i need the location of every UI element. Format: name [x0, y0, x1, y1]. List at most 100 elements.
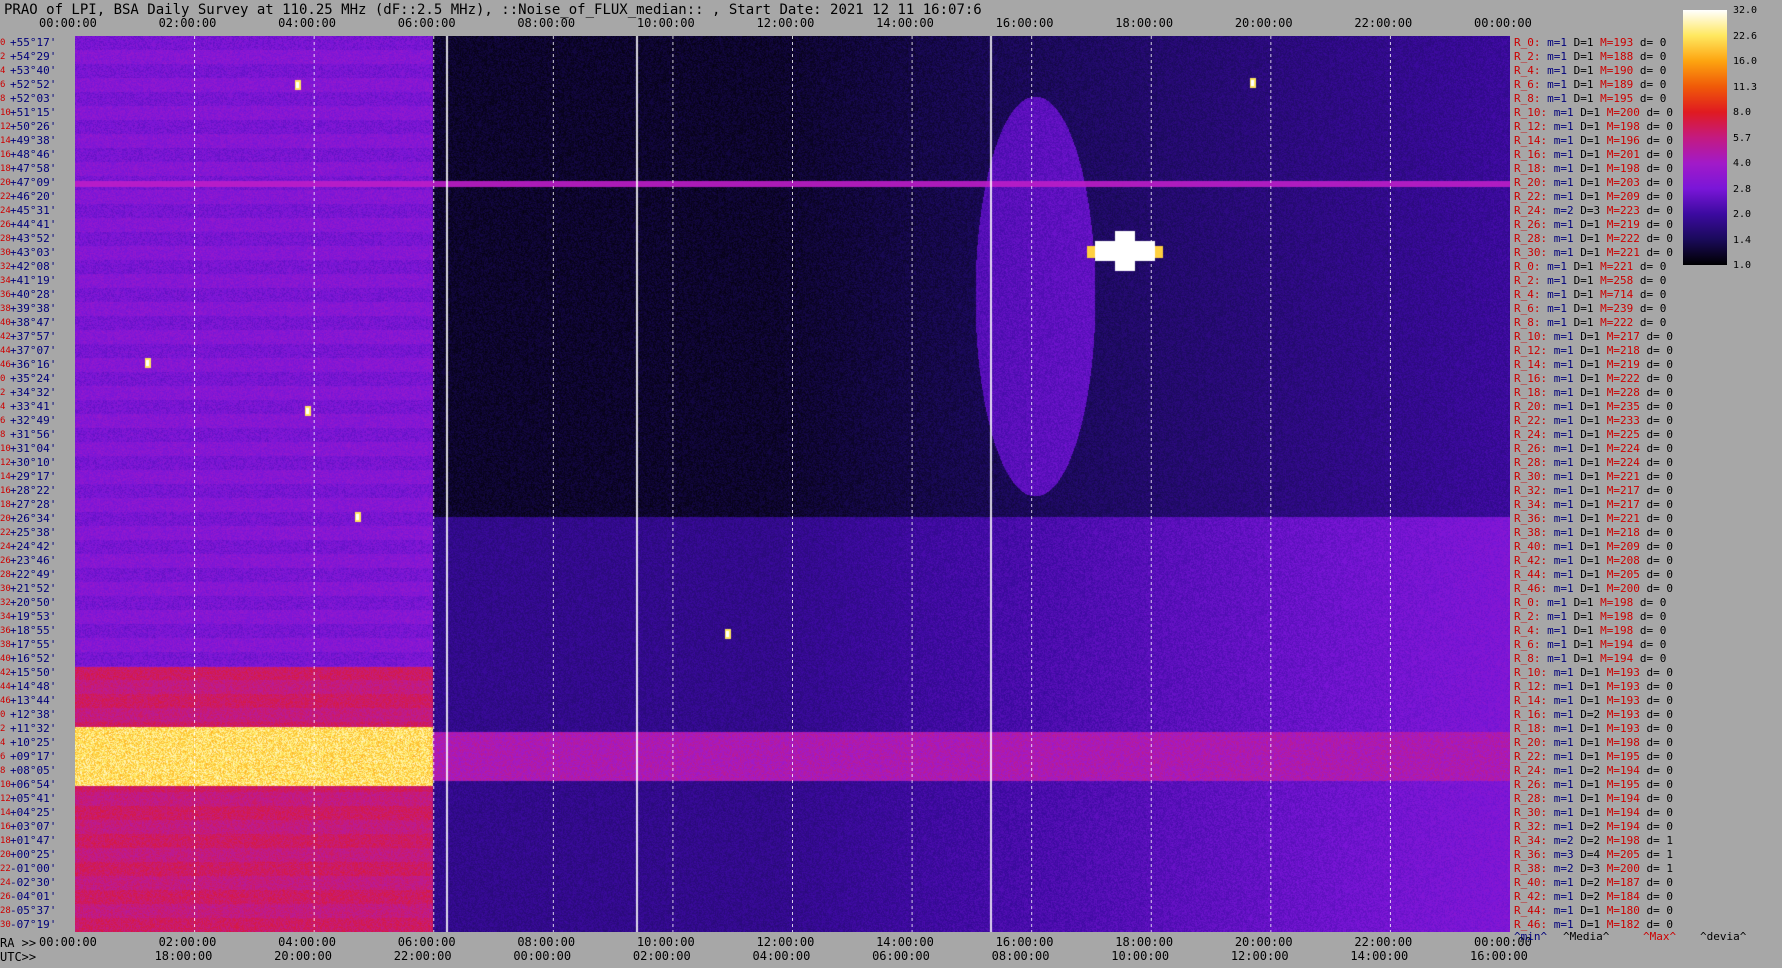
row-index-label: 38 [0, 304, 11, 314]
stat-field: R_20: [1514, 400, 1554, 413]
stat-field: D=1 [1580, 540, 1607, 553]
row-stat: R_42: m=1 D=1 M=208 d= 0 [1514, 554, 1673, 567]
colorbar-tick-label: 11.3 [1733, 81, 1758, 93]
stat-field: d= 0 [1639, 638, 1667, 651]
declination-label: +32°49' [10, 414, 57, 427]
top-tick-label: 08:00:00 [517, 16, 576, 30]
legend-media: ^Media^ [1563, 930, 1610, 943]
declination-label: +47°09' [10, 176, 57, 189]
row-index-label: 32 [0, 262, 11, 272]
row-stat: R_24: m=1 D=2 M=194 d= 0 [1514, 764, 1673, 777]
utc-tick-label: 10:00:00 [1111, 949, 1170, 963]
row-index-label: 14 [0, 136, 11, 146]
stat-field: M=205 [1606, 568, 1647, 581]
stat-field: R_14: [1514, 134, 1554, 147]
declination-label: +37°57' [10, 330, 57, 343]
stat-field: m=3 [1553, 848, 1581, 861]
declination-label: +34°32' [10, 386, 57, 399]
row-index-label: 12 [0, 122, 11, 132]
stat-field: d= 0 [1646, 176, 1674, 189]
stat-field: M=224 [1606, 456, 1647, 469]
stat-field: d= 0 [1646, 722, 1674, 735]
stat-field: R_32: [1514, 820, 1554, 833]
stat-field: M=208 [1606, 554, 1647, 567]
stat-field: M=194 [1600, 652, 1640, 665]
stat-field: M=196 [1606, 134, 1647, 147]
declination-label: +33°41' [10, 400, 57, 413]
row-stat: R_26: m=1 D=1 M=219 d= 0 [1514, 218, 1673, 231]
utc-tick-label: 20:00:00 [274, 949, 332, 963]
row-index-label: 10 [0, 444, 11, 454]
stat-field: M=228 [1606, 386, 1647, 399]
stat-field: m=1 [1553, 750, 1581, 763]
colorbar-tick-label: 16.0 [1733, 56, 1758, 67]
row-index-label: 40 [0, 318, 11, 328]
row-index-label: 12 [0, 458, 11, 468]
row-index-label: 0 [0, 374, 6, 384]
stat-field: m=1 [1547, 92, 1574, 105]
stat-field: D=1 [1580, 680, 1607, 693]
row-index-label: 40 [0, 654, 11, 664]
stat-field: M=714 [1600, 288, 1640, 301]
stat-field: m=1 [1553, 876, 1581, 889]
declination-label: -04°01' [10, 890, 57, 903]
row-stat: R_46: m=1 D=1 M=200 d= 0 [1514, 582, 1673, 595]
row-index-label: 10 [0, 780, 11, 790]
stat-field: R_22: [1514, 750, 1554, 763]
stat-field: d= 0 [1646, 204, 1674, 217]
stat-field: d= 0 [1639, 624, 1667, 637]
row-stat: R_40: m=1 D=1 M=209 d= 0 [1514, 540, 1673, 553]
row-stat: R_34: m=2 D=2 M=198 d= 1 [1514, 834, 1673, 847]
row-index-label: 16 [0, 150, 11, 160]
declination-label: +38°47' [10, 316, 57, 329]
stat-field: M=222 [1606, 372, 1647, 385]
stat-field: D=4 [1580, 848, 1607, 861]
row-stat: R_36: m=3 D=4 M=205 d= 1 [1514, 848, 1673, 861]
stat-field: M=187 [1606, 876, 1647, 889]
stat-field: D=1 [1580, 330, 1607, 343]
stat-field: R_14: [1514, 694, 1554, 707]
stat-field: M=195 [1600, 92, 1640, 105]
row-index-label: 26 [0, 220, 11, 230]
stat-field: d= 0 [1646, 246, 1674, 259]
stat-field: m=1 [1553, 666, 1581, 679]
declination-label: +09°17' [10, 750, 57, 763]
stat-field: m=1 [1553, 330, 1581, 343]
row-index-label: 44 [0, 346, 11, 356]
stat-field: R_12: [1514, 344, 1554, 357]
stat-field: m=1 [1553, 708, 1581, 721]
stat-field: d= 0 [1639, 36, 1667, 49]
stat-field: m=1 [1553, 792, 1581, 805]
stat-field: R_16: [1514, 372, 1554, 385]
row-index-label: 42 [0, 332, 11, 342]
stat-field: m=1 [1547, 50, 1574, 63]
stat-field: m=1 [1547, 624, 1574, 637]
row-index-label: 30 [0, 248, 11, 258]
stat-field: R_22: [1514, 414, 1554, 427]
row-stat: R_6: m=1 D=1 M=189 d= 0 [1514, 78, 1666, 91]
stat-field: d= 0 [1646, 372, 1674, 385]
ra-tick-label: 04:00:00 [278, 935, 336, 949]
stat-field: D=2 [1580, 764, 1607, 777]
stat-field: D=1 [1580, 148, 1607, 161]
row-stat: R_8: m=1 D=1 M=195 d= 0 [1514, 92, 1666, 105]
stat-field: M=193 [1606, 722, 1647, 735]
stat-field: d= 0 [1646, 526, 1674, 539]
stat-field: d= 0 [1639, 288, 1667, 301]
row-index-label: 42 [0, 668, 11, 678]
row-index-label: 16 [0, 822, 11, 832]
stat-field: R_38: [1514, 526, 1554, 539]
colorbar-tick-label: 5.7 [1733, 132, 1752, 144]
stat-field: M=201 [1606, 148, 1647, 161]
declination-label: +27°28' [10, 498, 57, 511]
stat-field: d= 0 [1646, 120, 1674, 133]
stat-field: m=1 [1553, 680, 1581, 693]
stat-field: d= 0 [1639, 596, 1667, 609]
row-index-label: 4 [0, 738, 6, 748]
stat-field: R_28: [1514, 792, 1554, 805]
stat-field: M=188 [1600, 50, 1640, 63]
row-stat: R_10: m=1 D=1 M=193 d= 0 [1514, 666, 1673, 679]
stat-field: D=1 [1580, 372, 1607, 385]
row-index-label: 24 [0, 878, 11, 888]
stat-field: R_30: [1514, 470, 1554, 483]
